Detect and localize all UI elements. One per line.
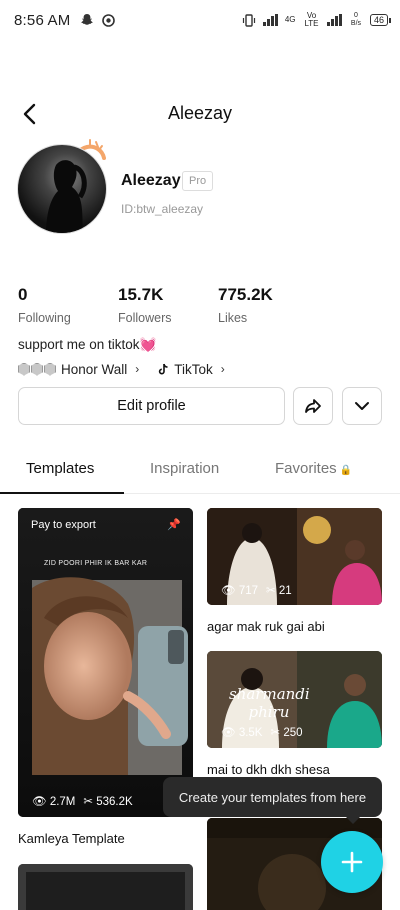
back-arrow-icon — [23, 103, 36, 125]
tooltip-text: Create your templates from here — [178, 789, 367, 805]
status-bar: 8:56 AM 4G Vo LTE 0 B/s 46 — [0, 0, 400, 40]
more-options-button[interactable] — [342, 387, 382, 425]
pay-to-export-label: Pay to export — [31, 519, 96, 531]
chevron-right-icon: › — [135, 362, 140, 376]
template-card-partial[interactable] — [18, 864, 193, 910]
eye-icon: 👁 — [32, 796, 47, 808]
stat-likes-value: 775.2K — [218, 285, 273, 304]
chevron-right-icon: › — [220, 362, 225, 376]
stat-likes-label: Likes — [218, 311, 248, 325]
network-1-label: 4G — [284, 15, 296, 24]
views-stat: 👁 717 — [221, 583, 258, 597]
bio-text: support me on tiktok — [18, 337, 140, 352]
share-icon — [305, 399, 321, 413]
template-caption[interactable]: mai to dkh dkh shesa — [207, 762, 330, 777]
silhouette-image — [46, 160, 87, 233]
uses-count: 250 — [283, 727, 303, 739]
template-card-stats: 👁 717 ✂ 21 — [221, 583, 292, 597]
pin-icon: 📌 — [167, 519, 181, 531]
vibrate-icon — [243, 13, 256, 27]
template-card-agar[interactable]: 👁 717 ✂ 21 — [207, 508, 382, 605]
stat-following[interactable]: 0 Following — [18, 285, 71, 325]
chevron-down-icon — [355, 402, 369, 410]
eye-icon: 👁 — [221, 585, 236, 597]
chrome-icon — [102, 13, 116, 27]
stat-followers-label: Followers — [118, 311, 172, 325]
page-title: Aleezay — [167, 102, 233, 123]
create-templates-tooltip: Create your templates from here — [163, 777, 382, 824]
honor-wall-label: Honor Wall — [61, 361, 128, 377]
signal-icon — [263, 14, 278, 26]
battery-icon: 46 — [369, 14, 392, 26]
scissors-icon: ✂ — [270, 727, 281, 739]
avatar — [17, 144, 107, 234]
pro-badge: Pro — [182, 171, 214, 191]
lock-icon: 🔒 — [339, 465, 353, 476]
scissors-icon: ✂ — [266, 585, 276, 597]
speed-label: 0 B/s — [350, 12, 362, 27]
create-template-button[interactable] — [321, 831, 383, 893]
template-thumbnail — [18, 508, 193, 817]
tiktok-label: TikTok — [174, 361, 213, 377]
tab-favorites-label: Favorites — [275, 460, 337, 477]
uses-stat: ✂ 21 — [266, 583, 292, 597]
tab-active-indicator — [0, 492, 124, 494]
tiktok-icon — [159, 363, 168, 374]
plus-icon — [341, 851, 363, 873]
profile-bio: support me on tiktok💓 — [18, 337, 156, 353]
template-card-stats: 👁 2.7M ✂ 536.2K — [32, 794, 133, 808]
honor-wall-link[interactable]: Honor Wall › — [18, 362, 139, 377]
stat-followers-value: 15.7K — [118, 285, 164, 304]
tab-favorites[interactable]: Favorites 🔒 — [275, 460, 352, 477]
uses-stat: ✂ 536.2K — [83, 794, 132, 808]
tab-templates[interactable]: Templates — [26, 460, 94, 477]
scissors-icon: ✂ — [83, 796, 94, 808]
template-card-mai[interactable]: sharmandi phiru 👁 3.5K ✂ 250 — [207, 651, 382, 748]
honor-badges-icon — [18, 362, 56, 376]
uses-count: 21 — [278, 585, 292, 597]
template-card-stats: 👁 3.5K ✂ 250 — [221, 725, 303, 739]
template-caption[interactable]: Kamleya Template — [18, 831, 125, 846]
eye-icon: 👁 — [221, 727, 236, 739]
share-button[interactable] — [293, 387, 333, 425]
template-overlay-text: ZID POORI PHIR IK BAR KAR — [44, 560, 148, 567]
views-count: 3.5K — [238, 727, 263, 739]
profile-id: ID:btw_aleezay — [121, 202, 204, 216]
stat-following-label: Following — [18, 311, 71, 325]
avatar-container[interactable] — [14, 138, 114, 238]
stat-likes[interactable]: 775.2K Likes — [218, 285, 273, 325]
status-time: 8:56 AM — [14, 11, 71, 29]
volte-label: Vo LTE — [304, 11, 319, 28]
template-card-kamleya[interactable]: Pay to export 📌 ZID POORI PHIR IK BAR KA… — [18, 508, 193, 817]
signal-2-icon — [327, 14, 342, 26]
heart-emoji: 💓 — [139, 337, 157, 352]
stat-following-value: 0 — [18, 285, 28, 304]
tiktok-link[interactable]: TikTok › — [157, 362, 225, 377]
uses-stat: ✂ 250 — [270, 725, 302, 739]
views-count: 2.7M — [49, 796, 76, 808]
template-thumbnail — [18, 864, 193, 910]
profile-name: Aleezay — [121, 172, 181, 189]
stat-followers[interactable]: 15.7K Followers — [118, 285, 172, 325]
tab-inspiration[interactable]: Inspiration — [150, 460, 219, 477]
page-header: Aleezay — [0, 93, 400, 133]
template-caption[interactable]: agar mak ruk gai abi — [207, 619, 325, 634]
content-tabs: Templates Inspiration Favorites 🔒 — [0, 452, 400, 494]
profile-links: Honor Wall › TikTok › — [18, 360, 225, 378]
edit-profile-button[interactable]: Edit profile — [18, 387, 285, 425]
snapchat-icon — [81, 14, 94, 25]
template-overlay-text: sharmandi phiru — [229, 685, 310, 721]
views-stat: 👁 3.5K — [221, 725, 262, 739]
views-stat: 👁 2.7M — [32, 794, 75, 808]
views-count: 717 — [238, 585, 258, 597]
uses-count: 536.2K — [96, 796, 133, 808]
back-button[interactable] — [16, 101, 42, 127]
